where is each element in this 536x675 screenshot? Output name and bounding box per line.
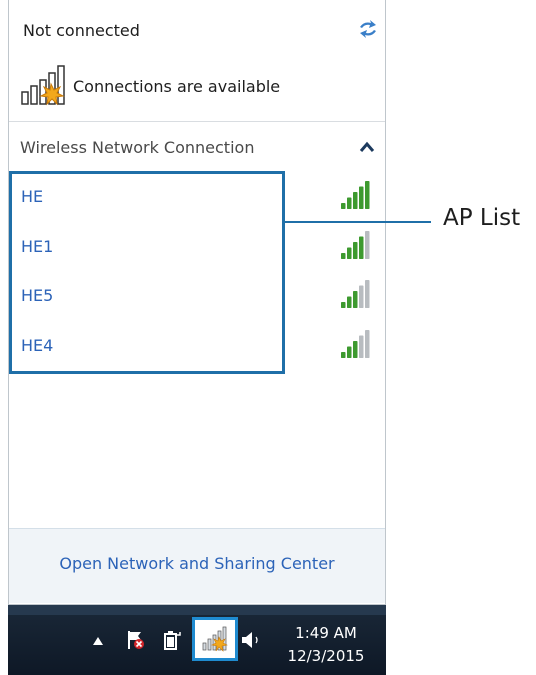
section-title: Wireless Network Connection <box>20 138 255 157</box>
network-name: HE <box>21 187 44 206</box>
signal-strength-icon <box>341 231 370 259</box>
divider <box>9 121 385 122</box>
network-item[interactable]: HE <box>11 177 381 217</box>
network-available-icon <box>202 626 228 652</box>
signal-bar <box>341 302 346 308</box>
network-item[interactable]: HE1 <box>11 227 381 267</box>
network-name: HE5 <box>21 286 54 305</box>
signal-bar <box>359 285 364 308</box>
signal-bar <box>347 247 352 259</box>
signal-bar <box>359 236 364 259</box>
signal-bar <box>353 242 358 259</box>
signal-strength-icon <box>341 181 370 209</box>
signal-bar <box>347 296 352 308</box>
network-available-icon <box>21 65 65 106</box>
signal-bar <box>359 335 364 358</box>
signal-bar <box>359 186 364 209</box>
network-name: HE1 <box>21 237 54 256</box>
signal-bar <box>341 352 346 358</box>
signal-strength-icon <box>341 330 370 358</box>
taskbar-top-edge <box>8 605 386 615</box>
signal-bar <box>347 197 352 209</box>
signal-bar <box>347 346 352 358</box>
flyout-footer: Open Network and Sharing Center <box>9 529 385 603</box>
volume-icon[interactable] <box>240 629 266 651</box>
refresh-icon[interactable] <box>357 18 379 40</box>
action-center-flag-icon[interactable] <box>126 629 146 651</box>
chevron-up-icon[interactable] <box>359 140 375 154</box>
show-hidden-icons-icon[interactable] <box>92 636 104 646</box>
network-flyout: Not connected Connections are available … <box>8 0 386 605</box>
signal-bar <box>353 291 358 308</box>
signal-bar <box>365 330 370 358</box>
availability-row: Connections are available <box>21 64 280 108</box>
availability-text: Connections are available <box>73 76 281 96</box>
clock-date: 12/3/2015 <box>287 647 365 665</box>
system-clock[interactable]: 1:49 AM 12/3/2015 <box>278 622 374 668</box>
clock-time: 1:49 AM <box>295 624 357 642</box>
network-tray-button[interactable] <box>192 617 238 661</box>
page: Not connected Connections are available … <box>0 0 536 675</box>
callout-line <box>285 221 431 223</box>
signal-bar <box>341 203 346 209</box>
signal-bar <box>365 280 370 308</box>
network-item[interactable]: HE4 <box>11 326 381 366</box>
connection-status: Not connected <box>23 21 140 40</box>
open-network-sharing-center-link[interactable]: Open Network and Sharing Center <box>9 554 385 573</box>
signal-bar <box>365 181 370 209</box>
callout-label: AP List <box>443 205 521 231</box>
signal-strength-icon <box>341 280 370 308</box>
network-name: HE4 <box>21 336 54 355</box>
network-item[interactable]: HE5 <box>11 276 381 316</box>
signal-bar <box>353 341 358 358</box>
taskbar: 1:49 AM 12/3/2015 <box>8 605 386 675</box>
power-battery-icon[interactable] <box>162 629 182 651</box>
signal-bar <box>341 253 346 259</box>
signal-bar <box>353 192 358 209</box>
signal-bar <box>365 231 370 259</box>
